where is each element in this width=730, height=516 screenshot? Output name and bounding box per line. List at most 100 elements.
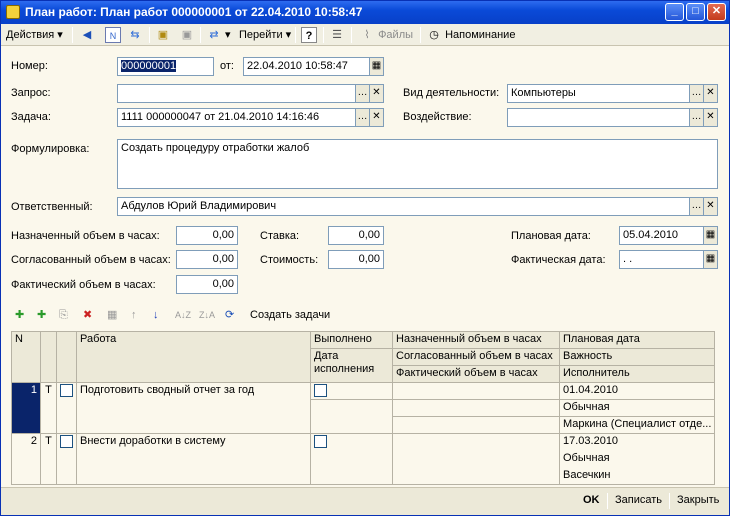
files-label: Файлы [378,29,414,41]
clock-icon: ◷ [429,29,439,42]
sort-desc-icon[interactable]: Z↓A [199,305,215,325]
create-tasks-button[interactable]: Создать задачи [250,305,330,325]
planned-date-field[interactable]: 05.04.2010 [619,226,704,245]
row-importance[interactable]: Обычная [558,450,716,468]
row-executor[interactable]: Васечкин [558,467,716,485]
row-assigned[interactable] [392,382,560,400]
reminder-button[interactable]: ◷ Напоминание [426,26,515,44]
col-work-header[interactable]: Работа [76,331,311,383]
title-bar[interactable]: План работ: План работ 000000001 от 22.0… [1,1,729,24]
col-n-header[interactable]: N [11,331,41,383]
impact-clear-icon[interactable]: ✕ [703,108,718,127]
row-done-date[interactable] [310,399,393,434]
post-document-icon[interactable]: ▣ [155,26,171,44]
row-checkbox[interactable] [56,382,77,434]
delete-row-icon[interactable]: ✖ [83,305,92,325]
cost-field[interactable]: 0,00 [328,250,384,269]
row-planned-date[interactable]: 01.04.2010 [558,382,716,400]
copy-row-icon[interactable]: ⎘ [59,305,68,325]
files-button[interactable]: ⌇ Файлы [359,26,413,44]
task-select-button[interactable]: … [355,108,370,127]
row-done-checkbox[interactable] [310,433,393,485]
planned-date-calendar-icon[interactable]: ▦ [703,226,718,245]
row-assigned[interactable] [392,433,560,485]
footer-separator [607,493,608,509]
actual-date-calendar-icon[interactable]: ▦ [703,250,718,269]
col-planned-date-header[interactable]: Плановая дата [558,331,716,349]
sort-asc-icon[interactable]: A↓Z [175,305,191,325]
calendar-icon[interactable]: ▦ [369,57,384,76]
move-down-icon[interactable]: ↓ [153,305,159,325]
wording-label: Формулировка: [11,143,90,155]
request-field[interactable] [117,84,356,103]
row-planned-date[interactable]: 17.03.2010 [558,433,716,451]
paperclip-icon: ⌇ [364,29,370,42]
impact-field[interactable] [507,108,690,127]
close-button[interactable]: Закрыть [677,494,719,506]
date-field[interactable]: 22.04.2010 10:58:47 [243,57,370,76]
task-clear-icon[interactable]: ✕ [369,108,384,127]
col-actual-header[interactable]: Фактический объем в часах [392,365,560,383]
number-label: Номер: [11,60,48,72]
activity-clear-icon[interactable]: ✕ [703,84,718,103]
col-agreed-header[interactable]: Согласованный объем в часах [392,348,560,366]
row-executor[interactable]: Маркина (Специалист отде... [558,416,716,434]
row-agreed[interactable] [392,399,560,417]
toolbar-separator [200,27,201,43]
table-row[interactable]: 2 Т Внести доработки в систему 17.03.201… [11,433,716,485]
request-clear-icon[interactable]: ✕ [369,84,384,103]
row-number: 1 [11,382,41,434]
go-menu[interactable]: Перейти ▾ [239,26,291,44]
minimize-button[interactable]: _ [665,3,684,21]
assigned-hours-field[interactable]: 0,00 [176,226,238,245]
actual-date-field[interactable]: . . [619,250,704,269]
col-done-header[interactable]: Выполнено [310,331,393,349]
refresh-tasks-icon[interactable]: ⟳ [225,305,234,325]
help-icon[interactable]: ? [301,26,317,44]
row-actual[interactable] [392,416,560,434]
wording-textarea[interactable]: Создать процедуру отработки жалоб [117,139,718,189]
responsible-clear-icon[interactable]: ✕ [703,197,718,216]
col-assigned-header[interactable]: Назначенный объем в часах [392,331,560,349]
based-on-icon[interactable]: ⇄ ▾ [206,26,230,44]
activity-field[interactable]: Компьютеры [507,84,690,103]
actual-hours-field[interactable]: 0,00 [176,275,238,294]
responsible-field[interactable]: Абдулов Юрий Владимирович [117,197,690,216]
impact-select-button[interactable]: … [689,108,704,127]
back-arrow-icon[interactable]: ◀ [79,26,95,44]
refresh-icon[interactable]: ⇆ [127,26,143,44]
maximize-button[interactable]: □ [686,3,705,21]
ok-button[interactable]: OK [583,494,600,506]
add-subrow-icon[interactable]: ✚ [37,305,46,325]
move-up-icon[interactable]: ↑ [131,305,137,325]
agreed-hours-field[interactable]: 0,00 [176,250,238,269]
save-button[interactable]: Записать [615,494,662,506]
activity-select-button[interactable]: … [689,84,704,103]
request-select-button[interactable]: … [355,84,370,103]
close-window-button[interactable]: ✕ [707,3,726,21]
row-work[interactable]: Внести доработки в систему [76,433,311,485]
unpost-icon[interactable]: ▣ [179,26,195,44]
col-done-date-header[interactable]: Дата исполнения [310,348,393,383]
add-row-icon[interactable]: ✚ [15,305,24,325]
row-work[interactable]: Подготовить сводный отчет за год [76,382,311,434]
task-field[interactable]: 1111 000000047 от 21.04.2010 14:16:46 [117,108,356,127]
end-edit-icon[interactable]: ▦ [107,305,117,325]
responsible-select-button[interactable]: … [689,197,704,216]
works-table: N Работа Выполнено Назначенный объем в ч… [11,331,716,485]
table-row[interactable]: 1 Т Подготовить сводный отчет за год 01.… [11,382,716,434]
row-importance[interactable]: Обычная [558,399,716,417]
responsible-label: Ответственный: [11,201,93,213]
row-done-checkbox[interactable] [310,382,393,400]
app-icon [6,5,20,19]
col-importance-header[interactable]: Важность [558,348,716,366]
rate-field[interactable]: 0,00 [328,226,384,245]
actions-menu[interactable]: Действия ▾ [6,26,63,44]
document-icon[interactable]: N [105,26,121,44]
number-field[interactable]: 000000001 [117,57,214,76]
col-executor-header[interactable]: Исполнитель [558,365,716,383]
activity-label: Вид деятельности: [403,87,500,99]
row-checkbox[interactable] [56,433,77,485]
table-header-row: N Работа Выполнено Назначенный объем в ч… [11,331,716,383]
structure-icon[interactable]: ☰ [329,26,345,44]
